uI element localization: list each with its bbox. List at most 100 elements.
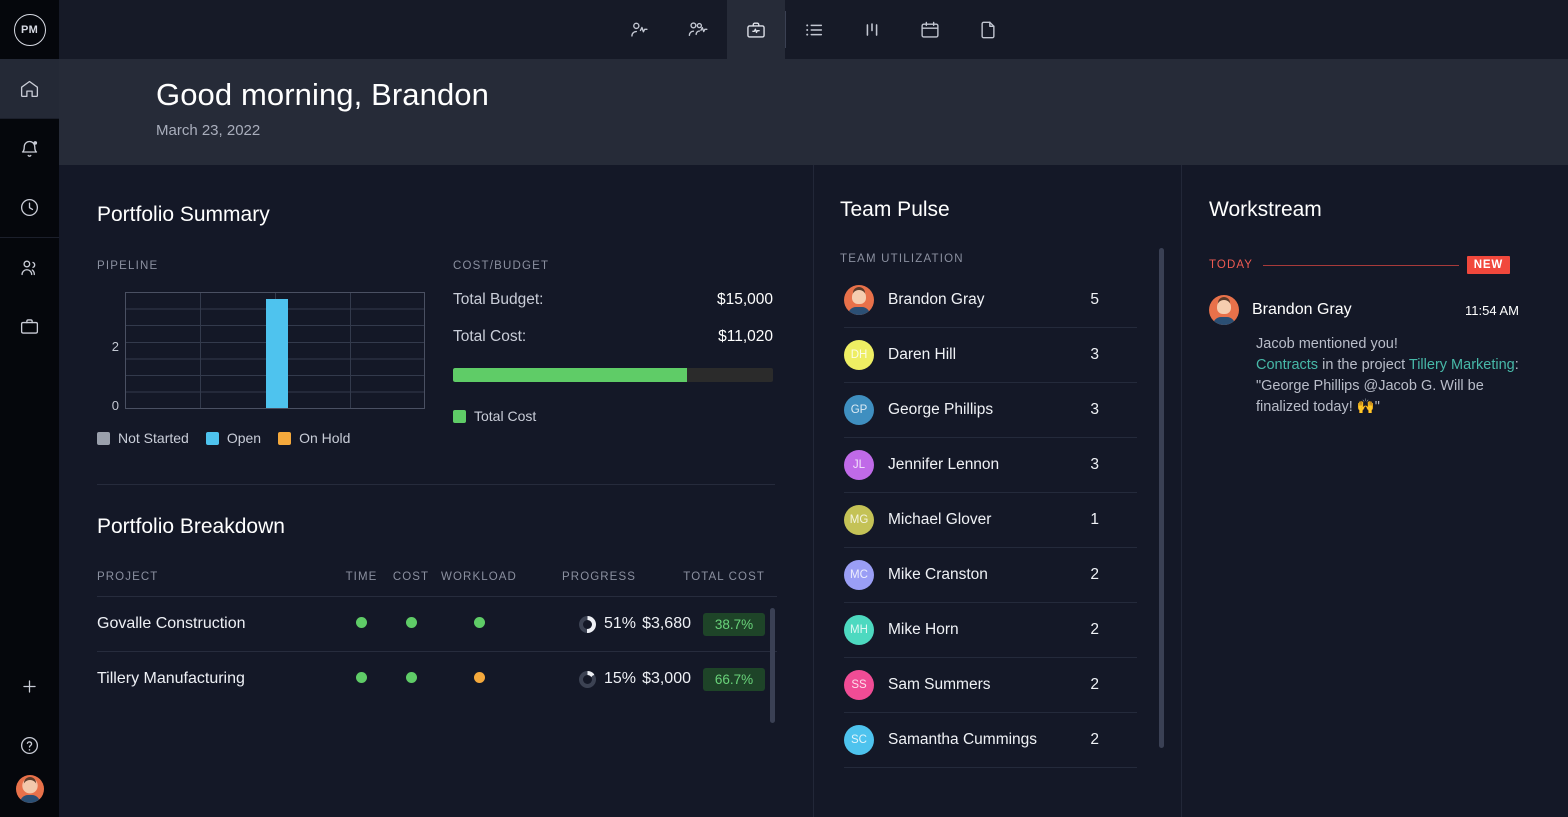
avatar: MH bbox=[844, 615, 874, 645]
user-avatar[interactable] bbox=[16, 775, 44, 803]
logo-text: PM bbox=[14, 14, 46, 46]
plus-icon bbox=[20, 677, 39, 696]
gantt-icon bbox=[861, 19, 883, 41]
help-icon bbox=[19, 735, 40, 756]
workstream-link-project[interactable]: Tillery Marketing bbox=[1409, 357, 1515, 373]
legend-label-on-hold: On Hold bbox=[299, 430, 350, 446]
row-cost-badge: 66.7% bbox=[703, 668, 765, 691]
summary-columns: PIPELINE 2 0 bbox=[97, 260, 813, 446]
member-name: Daren Hill bbox=[888, 346, 1090, 364]
total-budget-row: Total Budget: $15,000 bbox=[453, 291, 773, 309]
table-row[interactable]: Tillery Manufacturing 15% bbox=[97, 651, 777, 706]
timeline-today-label: TODAY bbox=[1209, 259, 1253, 271]
workstream-link-contracts[interactable]: Contracts bbox=[1256, 357, 1318, 373]
left-rail: PM bbox=[0, 0, 59, 817]
nav-my-work[interactable] bbox=[611, 0, 669, 59]
member-name: Mike Cranston bbox=[888, 566, 1090, 584]
avatar: JL bbox=[844, 450, 874, 480]
bell-icon bbox=[19, 138, 40, 159]
legend-swatch-open bbox=[206, 432, 219, 445]
top-nav-items bbox=[611, 0, 1017, 59]
status-badge: NEW bbox=[1467, 256, 1510, 274]
nav-gantt[interactable] bbox=[843, 0, 901, 59]
person-activity-icon bbox=[629, 19, 651, 41]
list-item[interactable]: GP George Phillips 3 bbox=[844, 383, 1137, 438]
avatar: GP bbox=[844, 395, 874, 425]
nav-list[interactable] bbox=[785, 0, 843, 59]
sidebar-item-notifications[interactable] bbox=[0, 119, 59, 178]
nav-portfolio[interactable] bbox=[727, 0, 785, 59]
cost-legend: Total Cost bbox=[453, 408, 773, 424]
sidebar-item-projects[interactable] bbox=[0, 297, 59, 356]
document-icon bbox=[977, 19, 999, 41]
workstream-mid-text: in the project bbox=[1318, 357, 1409, 373]
portfolio-column: Portfolio Summary PIPELINE 2 0 bbox=[59, 165, 813, 817]
avatar: MG bbox=[844, 505, 874, 535]
row-project-name: Tillery Manufacturing bbox=[97, 670, 337, 688]
member-value: 2 bbox=[1090, 566, 1137, 584]
workstream-headline: Jacob mentioned you! bbox=[1256, 334, 1519, 355]
sidebar-item-time[interactable] bbox=[0, 178, 59, 237]
budget-progress-bar bbox=[453, 368, 773, 382]
sidebar-item-team[interactable] bbox=[0, 238, 59, 297]
total-cost-row: Total Cost: $11,020 bbox=[453, 328, 773, 346]
help-button[interactable] bbox=[0, 716, 59, 775]
workstream-item[interactable]: Brandon Gray 11:54 AM Jacob mentioned yo… bbox=[1209, 295, 1519, 418]
nav-documents[interactable] bbox=[959, 0, 1017, 59]
row-progress-value: 15% bbox=[604, 670, 636, 688]
member-value: 2 bbox=[1090, 676, 1137, 694]
legend-item-on-hold[interactable]: On Hold bbox=[278, 430, 350, 446]
people-icon bbox=[19, 257, 40, 278]
avatar: SS bbox=[844, 670, 874, 700]
chart-bar-open[interactable] bbox=[266, 299, 288, 408]
member-value: 5 bbox=[1090, 291, 1137, 309]
table-header: PROJECT TIME COST WORKLOAD PROGRESS TOTA… bbox=[97, 571, 777, 596]
member-name: Mike Horn bbox=[888, 621, 1090, 639]
list-item[interactable]: MG Michael Glover 1 bbox=[844, 493, 1137, 548]
team-pulse-scrollbar[interactable] bbox=[1159, 248, 1164, 748]
timeline-header: TODAY NEW bbox=[1209, 256, 1510, 274]
avatar bbox=[1209, 295, 1239, 325]
member-value: 3 bbox=[1090, 346, 1137, 364]
workstream-detail: Contracts in the project Tillery Marketi… bbox=[1256, 355, 1519, 418]
pipeline-section: PIPELINE 2 0 bbox=[97, 260, 453, 446]
team-pulse-column: Team Pulse TEAM UTILIZATION Brandon Gray… bbox=[813, 165, 1182, 817]
main-area: Good morning, Brandon March 23, 2022 Por… bbox=[59, 0, 1568, 817]
nav-calendar[interactable] bbox=[901, 0, 959, 59]
y-tick-2: 2 bbox=[112, 339, 119, 354]
status-dot-workload bbox=[474, 617, 485, 628]
list-item[interactable]: Brandon Gray 5 bbox=[844, 273, 1137, 328]
member-value: 2 bbox=[1090, 731, 1137, 749]
pipeline-label: PIPELINE bbox=[97, 260, 453, 272]
breakdown-scrollbar[interactable] bbox=[770, 608, 775, 723]
table-row[interactable]: Govalle Construction 51% bbox=[97, 596, 777, 651]
legend-item-open[interactable]: Open bbox=[206, 430, 261, 446]
clock-icon bbox=[19, 197, 40, 218]
legend-item-not-started[interactable]: Not Started bbox=[97, 430, 189, 446]
briefcase-activity-icon bbox=[745, 19, 767, 41]
list-item[interactable]: SC Samantha Cummings 2 bbox=[844, 713, 1137, 768]
member-value: 2 bbox=[1090, 621, 1137, 639]
list-item[interactable]: JL Jennifer Lennon 3 bbox=[844, 438, 1137, 493]
avatar: DH bbox=[844, 340, 874, 370]
sidebar-item-home[interactable] bbox=[0, 59, 59, 118]
avatar: MC bbox=[844, 560, 874, 590]
budget-progress-fill bbox=[453, 368, 687, 382]
portfolio-summary-title: Portfolio Summary bbox=[97, 203, 813, 227]
y-tick-0: 0 bbox=[112, 398, 119, 413]
list-item[interactable]: DH Daren Hill 3 bbox=[844, 328, 1137, 383]
workstream-item-body: Jacob mentioned you! Contracts in the pr… bbox=[1256, 334, 1519, 418]
workstream-item-header: Brandon Gray 11:54 AM bbox=[1209, 295, 1519, 325]
member-value: 1 bbox=[1090, 511, 1137, 529]
nav-team-activity[interactable] bbox=[669, 0, 727, 59]
team-activity-icon bbox=[687, 19, 709, 41]
breakdown-table: PROJECT TIME COST WORKLOAD PROGRESS TOTA… bbox=[97, 571, 777, 706]
legend-label-open: Open bbox=[227, 430, 261, 446]
list-item[interactable]: MH Mike Horn 2 bbox=[844, 603, 1137, 658]
add-button[interactable] bbox=[0, 657, 59, 716]
app-logo[interactable]: PM bbox=[0, 0, 59, 59]
list-item[interactable]: MC Mike Cranston 2 bbox=[844, 548, 1137, 603]
page-title: Good morning, Brandon bbox=[156, 76, 1568, 113]
member-name: Jennifer Lennon bbox=[888, 456, 1090, 474]
list-item[interactable]: SS Sam Summers 2 bbox=[844, 658, 1137, 713]
